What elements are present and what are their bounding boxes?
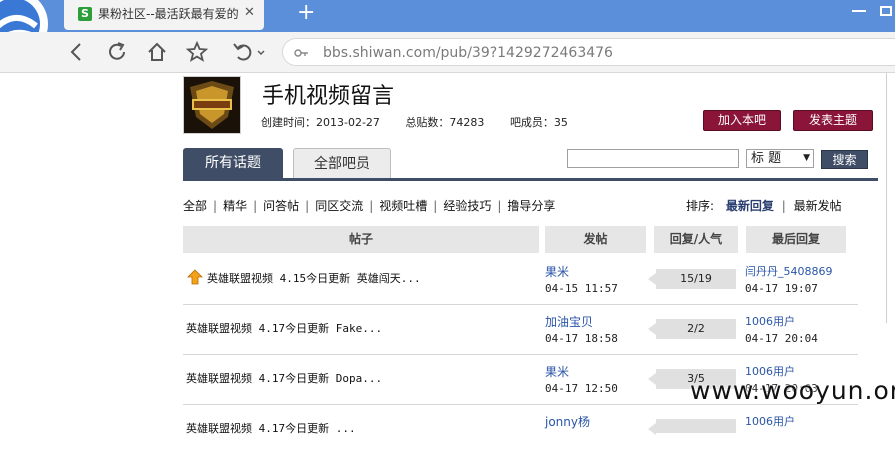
filter-local[interactable]: 同区交流 — [315, 199, 363, 213]
table-row[interactable]: 英雄联盟视频 4.17今日更新 Fake... 加油宝贝 04-17 18:58… — [183, 305, 858, 355]
sort-label: 排序: — [686, 199, 715, 213]
reply-count: 15/19 — [648, 269, 736, 289]
group-stats: 创建时间：2013-02-27 总贴数：74283 吧成员：35 — [261, 114, 590, 130]
dropdown-arrow-icon: ▼ — [803, 153, 810, 163]
search-input[interactable] — [567, 149, 739, 168]
back-icon[interactable] — [65, 40, 89, 64]
last-reply-user[interactable]: 1006用户 — [745, 413, 795, 429]
undo-close-tab-icon[interactable] — [230, 40, 266, 64]
filter-featured[interactable]: 精华 — [223, 199, 247, 213]
watermark-text: www.wooyun.org — [690, 376, 895, 405]
post-time: 04-17 18:58 — [545, 332, 618, 345]
restore-icon[interactable] — [880, 6, 892, 16]
search-button[interactable]: 搜索 — [821, 150, 868, 169]
header-author: 发帖 — [545, 226, 646, 253]
pinned-arrow-icon — [187, 269, 203, 285]
header-last-reply: 最后回复 — [746, 226, 846, 253]
last-reply-user[interactable]: 闫丹丹_5408869 — [745, 263, 833, 279]
page-divider — [886, 73, 887, 323]
reply-count: 2/2 — [648, 319, 736, 339]
filter-bar: 全部 | 精华 | 问答帖 | 同区交流 | 视频吐槽 | 经验技巧 | 撸导分享 — [183, 199, 556, 213]
sort-latest-reply[interactable]: 最新回复 — [726, 199, 774, 213]
page-info-icon[interactable] — [293, 45, 309, 61]
league-logo-icon — [184, 77, 240, 133]
filter-tips[interactable]: 经验技巧 — [443, 199, 491, 213]
post-title-link[interactable]: 英雄联盟视频 4.17今日更新 Dopa... — [186, 370, 382, 386]
page-content: 手机视频留言 创建时间：2013-02-27 总贴数：74283 吧成员：35 … — [0, 73, 895, 435]
sort-latest-post[interactable]: 最新发帖 — [794, 199, 842, 213]
last-reply-user[interactable]: 1006用户 — [745, 313, 795, 329]
url-text[interactable]: bbs.shiwan.com/pub/39?1429272463476 — [323, 45, 613, 61]
post-count: 总贴数：74283 — [405, 116, 485, 129]
table-row[interactable]: 英雄联盟视频 4.17今日更新 ... jonny杨 1006用户 — [183, 405, 858, 454]
post-author[interactable]: jonny杨 — [545, 413, 590, 430]
browser-toolbar: bbs.shiwan.com/pub/39?1429272463476 — [0, 32, 895, 73]
filter-video-rant[interactable]: 视频吐槽 — [379, 199, 427, 213]
filter-all[interactable]: 全部 — [183, 199, 207, 213]
filter-qa[interactable]: 问答帖 — [263, 199, 299, 213]
post-author[interactable]: 果米 — [545, 263, 569, 280]
post-author[interactable]: 果米 — [545, 363, 569, 380]
home-icon[interactable] — [145, 40, 169, 64]
post-time: 04-17 12:50 — [545, 382, 618, 395]
group-logo-image — [183, 76, 241, 134]
reload-icon[interactable] — [105, 40, 129, 64]
address-bar[interactable]: bbs.shiwan.com/pub/39?1429272463476 — [282, 38, 895, 66]
table-row[interactable]: 英雄联盟视频 4.15今日更新 英雄闯天... 果米 04-15 11:57 1… — [183, 255, 858, 305]
header-replies: 回复/人气 — [654, 226, 738, 253]
reply-count — [648, 419, 736, 435]
post-title-link[interactable]: 英雄联盟视频 4.17今日更新 Fake... — [186, 320, 382, 336]
filter-share[interactable]: 撸导分享 — [507, 199, 555, 213]
member-count: 吧成员：35 — [509, 116, 568, 129]
tab-all-topics[interactable]: 所有话题 — [183, 148, 283, 178]
tab-all-members[interactable]: 全部吧员 — [293, 148, 391, 178]
last-reply-time: 04-17 20:04 — [745, 332, 818, 345]
post-author[interactable]: 加油宝贝 — [545, 313, 593, 330]
search-type-value: 标 题 — [751, 151, 782, 166]
new-post-button[interactable]: 发表主题 — [793, 110, 873, 131]
sort-bar: 排序: 最新回复 | 最新发帖 — [686, 199, 842, 213]
tab-close-icon[interactable]: ✕ — [244, 5, 255, 20]
last-reply-time: 04-17 19:07 — [745, 282, 818, 295]
bookmark-star-icon[interactable] — [185, 40, 209, 64]
post-time: 04-15 11:57 — [545, 282, 618, 295]
join-group-button[interactable]: 加入本吧 — [703, 110, 781, 131]
post-title-link[interactable]: 英雄联盟视频 4.17今日更新 ... — [186, 420, 356, 436]
new-tab-icon[interactable]: + — [297, 2, 315, 24]
browser-titlebar: S 果粉社区--最活跃最有爱的 ✕ + — [0, 0, 895, 58]
created-date: 创建时间：2013-02-27 — [261, 116, 380, 129]
minimize-icon[interactable] — [852, 10, 866, 12]
header-post: 帖子 — [183, 226, 539, 253]
tab-title: 果粉社区--最活跃最有爱的 — [98, 7, 238, 21]
site-favicon-icon: S — [78, 7, 92, 21]
browser-tab[interactable]: S 果粉社区--最活跃最有爱的 ✕ — [64, 0, 264, 30]
search-type-select[interactable]: 标 题 ▼ — [746, 149, 814, 168]
group-title: 手机视频留言 — [262, 84, 395, 109]
tabs-underline — [183, 178, 878, 181]
post-title-link[interactable]: 英雄联盟视频 4.15今日更新 英雄闯天... — [207, 270, 421, 286]
